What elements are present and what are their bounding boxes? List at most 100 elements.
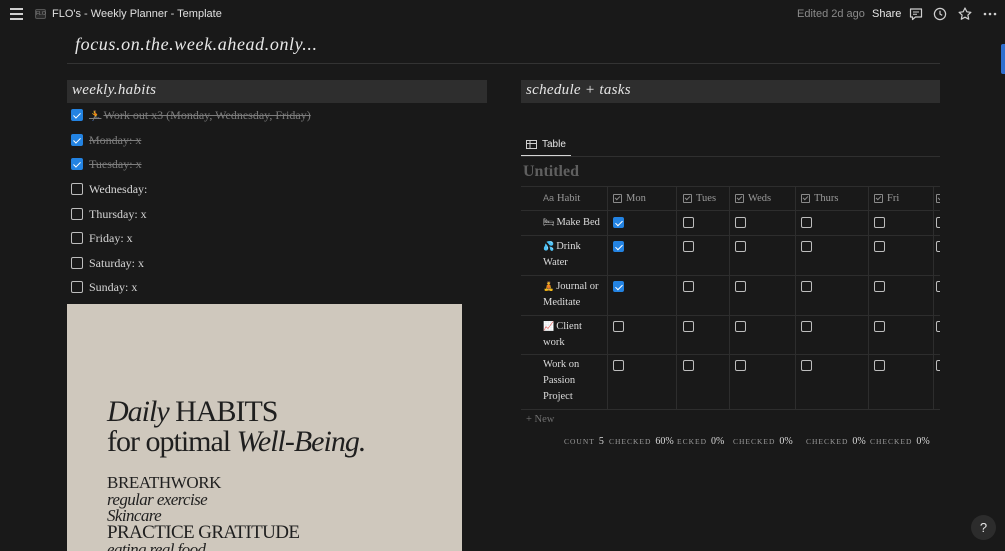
poster-line: for optimal Well-Being. xyxy=(107,425,366,458)
meditation-icon: 🧘 xyxy=(543,281,555,291)
divider xyxy=(521,156,940,157)
cell-checkbox[interactable] xyxy=(735,241,746,252)
todo-checkbox[interactable] xyxy=(71,232,83,244)
checkbox-property-icon xyxy=(613,193,622,203)
cell-checkbox[interactable] xyxy=(683,281,694,292)
star-icon[interactable] xyxy=(957,6,973,22)
cell-checkbox[interactable] xyxy=(936,360,940,371)
cell-checkbox[interactable] xyxy=(683,360,694,371)
cell-checkbox[interactable] xyxy=(936,217,940,228)
cell-checkbox[interactable] xyxy=(683,321,694,332)
cell-checkbox[interactable] xyxy=(801,321,812,332)
column-header-fri[interactable]: Fri xyxy=(874,186,899,210)
todo-item[interactable]: 🏃 Work out x3 (Monday, Wednesday, Friday) xyxy=(71,105,311,125)
clock-icon[interactable] xyxy=(932,6,948,22)
todo-item[interactable]: Sunday: x xyxy=(71,277,137,297)
cell-checkbox[interactable] xyxy=(874,281,885,292)
cell-checkbox[interactable] xyxy=(874,241,885,252)
table-row-title[interactable]: Work on Passion Project xyxy=(543,357,605,405)
cell-checkbox[interactable] xyxy=(613,241,624,252)
edited-timestamp: Edited 2d ago xyxy=(797,8,865,20)
cell-checkbox[interactable] xyxy=(613,217,624,228)
cell-checkbox[interactable] xyxy=(801,241,812,252)
cell-checkbox[interactable] xyxy=(735,321,746,332)
todo-checkbox[interactable] xyxy=(71,134,83,146)
column-header-overflow[interactable] xyxy=(936,186,940,210)
more-icon[interactable] xyxy=(982,6,998,22)
todo-item[interactable]: Friday: x xyxy=(71,228,133,248)
cell-checkbox[interactable] xyxy=(613,281,624,292)
menu-icon[interactable] xyxy=(10,8,23,20)
cell-checkbox[interactable] xyxy=(936,281,940,292)
calc-count[interactable]: COUNT 5 xyxy=(564,436,604,447)
share-button[interactable]: Share xyxy=(872,8,901,20)
table-icon xyxy=(526,139,537,149)
checkbox-property-icon xyxy=(735,193,744,203)
todo-checkbox[interactable] xyxy=(71,109,83,121)
todo-item[interactable]: Wednesday: xyxy=(71,179,147,199)
poster-line: BREATHWORK xyxy=(107,473,222,492)
todo-label: Saturday: x xyxy=(89,255,144,270)
cell-checkbox[interactable] xyxy=(874,217,885,228)
checkbox-property-icon xyxy=(874,193,883,203)
column-header-habit[interactable]: Aa Habit xyxy=(543,186,580,210)
view-tab-table[interactable]: Table xyxy=(521,133,571,157)
todo-item[interactable]: Thursday: x xyxy=(71,204,147,224)
page-heading[interactable]: focus.on.the.week.ahead.only... xyxy=(75,34,318,55)
checkbox-property-icon xyxy=(936,193,940,203)
cell-checkbox[interactable] xyxy=(735,281,746,292)
calc-weds-checked[interactable]: CHECKED 0% xyxy=(733,436,793,447)
cell-checkbox[interactable] xyxy=(874,360,885,371)
column-header-mon[interactable]: Mon xyxy=(613,186,646,210)
table-row-title[interactable]: 💦 Drink Water xyxy=(543,238,605,271)
comment-icon[interactable] xyxy=(908,6,924,22)
calc-mon-checked[interactable]: CHECKED 60% xyxy=(609,436,674,447)
cell-checkbox[interactable] xyxy=(683,241,694,252)
cell-checkbox[interactable] xyxy=(613,360,624,371)
table-row-title[interactable]: 🧘 Journal or Meditate xyxy=(543,278,605,311)
water-icon: 💦 xyxy=(543,241,555,251)
todo-checkbox[interactable] xyxy=(71,158,83,170)
todo-checkbox[interactable] xyxy=(71,257,83,269)
daily-habits-image[interactable]: Daily HABITS for optimal Well-Being. BRE… xyxy=(67,304,462,551)
cell-checkbox[interactable] xyxy=(735,217,746,228)
todo-checkbox[interactable] xyxy=(71,281,83,293)
todo-label: Thursday: x xyxy=(89,206,147,221)
schedule-tasks-heading[interactable]: schedule + tasks xyxy=(521,80,940,103)
cell-checkbox[interactable] xyxy=(801,281,812,292)
column-header-thurs[interactable]: Thurs xyxy=(801,186,839,210)
weekly-habits-heading[interactable]: weekly.habits xyxy=(67,80,487,103)
cell-checkbox[interactable] xyxy=(683,217,694,228)
page-breadcrumb-title[interactable]: FLO's - Weekly Planner - Template xyxy=(52,8,222,20)
calc-tues-checked[interactable]: ECKED 0% xyxy=(677,436,724,447)
top-bar: FLO FLO's - Weekly Planner - Template Ed… xyxy=(0,0,1005,29)
text-property-icon: Aa xyxy=(543,193,555,203)
todo-label: Work out x3 (Monday, Wednesday, Friday) xyxy=(103,107,311,122)
column-header-weds[interactable]: Weds xyxy=(735,186,771,210)
calc-thurs-checked[interactable]: CHECKED 0% xyxy=(806,436,866,447)
page-icon[interactable]: FLO xyxy=(35,9,46,19)
database-title[interactable]: Untitled xyxy=(523,163,579,181)
runner-icon: 🏃 xyxy=(89,110,102,122)
table-row-title[interactable]: 📈 Client work xyxy=(543,318,605,351)
cell-checkbox[interactable] xyxy=(936,321,940,332)
calc-fri-checked[interactable]: CHECKED 0% xyxy=(870,436,930,447)
cell-checkbox[interactable] xyxy=(936,241,940,252)
cell-checkbox[interactable] xyxy=(801,217,812,228)
todo-checkbox[interactable] xyxy=(71,208,83,220)
cell-checkbox[interactable] xyxy=(874,321,885,332)
todo-checkbox[interactable] xyxy=(71,183,83,195)
scrollbar-thumb[interactable] xyxy=(1001,44,1005,74)
column-header-tues[interactable]: Tues xyxy=(683,186,716,210)
todo-item[interactable]: Monday: x xyxy=(71,130,141,150)
new-row-button[interactable]: + New xyxy=(526,414,554,425)
cell-checkbox[interactable] xyxy=(735,360,746,371)
checkbox-property-icon xyxy=(683,193,692,203)
todo-item[interactable]: Tuesday: x xyxy=(71,154,142,174)
table-row-title[interactable]: 🛏 Make Bed xyxy=(543,214,605,231)
todo-item[interactable]: Saturday: x xyxy=(71,253,144,273)
help-button[interactable]: ? xyxy=(971,515,996,540)
cell-checkbox[interactable] xyxy=(613,321,624,332)
bed-icon: 🛏 xyxy=(543,217,555,227)
cell-checkbox[interactable] xyxy=(801,360,812,371)
